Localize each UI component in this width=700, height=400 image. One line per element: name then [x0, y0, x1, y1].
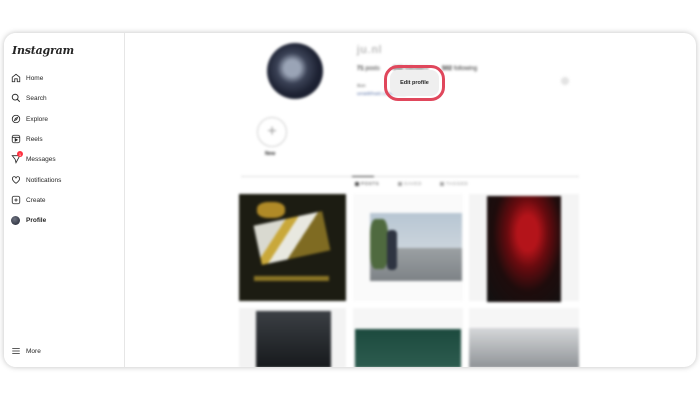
tab-tagged[interactable]: TAGGED [440, 181, 468, 186]
tab-posts[interactable]: POSTS [355, 181, 379, 186]
post-thumbnail[interactable] [239, 194, 346, 301]
sidebar-item-more[interactable]: More [11, 343, 41, 359]
avatar-icon [11, 215, 20, 225]
sidebar-item-label: Reels [26, 135, 43, 143]
sidebar-item-home[interactable]: Home [11, 70, 43, 86]
plus-square-icon [11, 195, 21, 205]
tag-icon [440, 181, 444, 186]
messages-badge: 1 [17, 151, 23, 157]
profile-tabs: POSTS SAVED TAGGED [241, 176, 579, 188]
sidebar-item-label: Profile [26, 216, 47, 224]
new-highlight-label: New [265, 151, 276, 157]
sidebar-item-notifications[interactable]: Notifications [11, 172, 61, 188]
sidebar-item-label: Search [26, 94, 47, 102]
following-stat[interactable]: 502 following [442, 66, 477, 72]
sidebar-item-label: Home [26, 74, 44, 82]
sidebar-item-search[interactable]: Search [11, 90, 47, 106]
profile-avatar[interactable] [267, 43, 323, 99]
following-label: following [453, 66, 478, 72]
sidebar-item-explore[interactable]: Explore [11, 111, 48, 127]
posts-count: 71 [357, 66, 364, 72]
sidebar-item-label: More [26, 347, 41, 355]
sidebar-item-label: Create [26, 196, 46, 204]
tab-label: SAVED [404, 181, 422, 186]
edit-profile-highlight [384, 65, 445, 101]
profile-main: ju.nl 71 posts 643 followers 502 followi… [125, 33, 690, 367]
sidebar-item-reels[interactable]: Reels [11, 131, 43, 147]
post-thumbnail[interactable] [469, 194, 579, 302]
compass-icon [11, 114, 21, 124]
sidebar-item-label: Messages [26, 155, 56, 163]
tab-label: POSTS [361, 181, 380, 186]
profile-username: ju.nl [357, 44, 383, 56]
sidebar-item-create[interactable]: Create [11, 192, 46, 208]
sidebar-item-profile[interactable]: Profile [11, 212, 46, 228]
tab-label: TAGGED [446, 181, 469, 186]
post-thumbnail[interactable] [469, 308, 579, 367]
sidebar-item-label: Notifications [26, 176, 62, 184]
search-icon [11, 93, 21, 103]
browser-window: Instagram Home Search Explore Reels 1 Me… [4, 33, 696, 367]
heart-icon [11, 176, 21, 184]
grid-icon [355, 181, 359, 186]
sidebar-item-messages[interactable]: 1 Messages [11, 151, 56, 167]
instagram-logo[interactable]: Instagram [12, 44, 74, 57]
post-thumbnail[interactable] [353, 194, 463, 301]
posts-label: posts [365, 66, 380, 72]
post-thumbnail[interactable] [353, 308, 463, 367]
sidebar-item-label: Explore [26, 115, 49, 123]
messages-icon-wrap: 1 [11, 151, 26, 164]
active-tab-indicator [352, 176, 374, 177]
posts-stat: 71 posts [357, 66, 380, 72]
plus-icon: + [267, 123, 277, 140]
sidebar: Instagram Home Search Explore Reels 1 Me… [4, 33, 125, 367]
tab-saved[interactable]: SAVED [398, 181, 422, 186]
post-thumbnail[interactable] [239, 308, 346, 367]
bio-name: Ikon [357, 83, 366, 88]
new-highlight-button[interactable]: + [257, 117, 287, 147]
hamburger-icon [12, 348, 20, 354]
reels-icon [11, 134, 21, 144]
bookmark-icon [398, 181, 402, 186]
home-icon [11, 73, 21, 83]
following-count: 502 [442, 66, 453, 72]
settings-gear-icon[interactable] [562, 78, 568, 84]
